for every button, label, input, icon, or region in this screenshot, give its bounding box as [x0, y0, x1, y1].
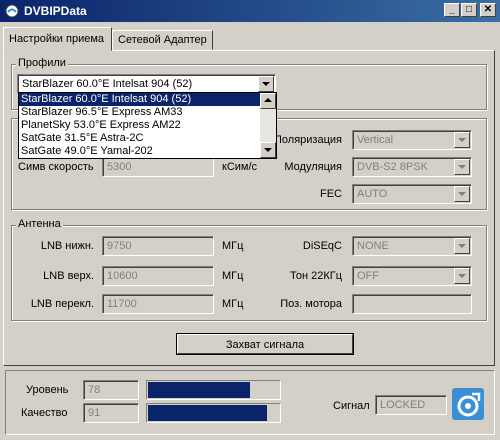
lnb-switch-unit: МГц	[222, 298, 244, 310]
diseqc-label: DiSEqC	[302, 240, 342, 252]
lnb-high-label: LNB верх.	[43, 270, 94, 282]
minimize-button[interactable]: _	[444, 3, 460, 17]
signal-label: Сигнал	[333, 400, 370, 412]
tone-label: Тон 22КГц	[289, 270, 342, 282]
modulation-value: DVB-S2 8PSK	[357, 161, 428, 173]
diseqc-value: NONE	[357, 240, 389, 252]
modulation-select[interactable]: DVB-S2 8PSK	[352, 157, 472, 177]
motor-position-field[interactable]	[352, 294, 472, 314]
polarization-select[interactable]: Vertical	[352, 130, 472, 150]
list-item[interactable]: SatGate 49.0°E Yamal-202	[19, 145, 276, 158]
tone-select[interactable]: OFF	[352, 266, 472, 286]
level-label: Уровень	[26, 384, 69, 396]
tab-network-adapter[interactable]: Сетевой Адаптер	[112, 30, 213, 50]
dropdown-arrow-icon[interactable]	[454, 132, 470, 148]
capture-signal-button[interactable]: Захват сигнала	[176, 333, 354, 355]
scroll-down-button[interactable]	[260, 142, 276, 158]
profile-select[interactable]: StarBlazer 60.0°E Intelsat 904 (52)	[17, 74, 276, 94]
quality-value-field: 91	[83, 403, 139, 423]
satellite-logo-icon	[452, 388, 484, 420]
dropdown-arrow-icon[interactable]	[454, 186, 470, 202]
tab-label: Настройки приема	[9, 33, 105, 45]
level-bar-fill	[148, 382, 250, 398]
quality-label: Качество	[21, 407, 68, 419]
polarization-value: Vertical	[357, 134, 394, 146]
vertical-scrollbar[interactable]	[260, 93, 276, 158]
fec-select[interactable]: AUTO	[352, 184, 472, 204]
tab-label: Сетевой Адаптер	[118, 34, 207, 46]
lnb-high-unit: МГц	[222, 270, 244, 282]
list-item[interactable]: SatGate 31.5°E Astra-2C	[19, 132, 276, 145]
dropdown-arrow-icon[interactable]	[258, 76, 274, 92]
close-button[interactable]: ✕	[480, 3, 496, 17]
profiles-legend: Профили	[16, 57, 68, 69]
antenna-legend: Антенна	[16, 218, 63, 230]
maximize-button[interactable]: □	[461, 3, 477, 17]
lnb-switch-field[interactable]: 11700	[102, 294, 214, 314]
signal-status-field: LOCKED	[375, 395, 447, 415]
level-value-field: 78	[83, 380, 139, 400]
diseqc-select[interactable]: NONE	[352, 236, 472, 256]
title-bar[interactable]: DVBIPData _ □ ✕	[0, 0, 500, 22]
modulation-label: Модуляция	[284, 161, 342, 173]
app-icon	[5, 4, 19, 18]
capture-signal-label: Захват сигнала	[225, 339, 305, 351]
list-item[interactable]: StarBlazer 60.0°E Intelsat 904 (52)	[19, 93, 276, 106]
list-item[interactable]: StarBlazer 96.5°E Express AM33	[19, 106, 276, 119]
profile-dropdown-list[interactable]: StarBlazer 60.0°E Intelsat 904 (52) Star…	[18, 92, 277, 159]
dropdown-arrow-icon[interactable]	[454, 238, 470, 254]
dropdown-arrow-icon[interactable]	[454, 268, 470, 284]
lnb-high-field[interactable]: 10600	[102, 266, 214, 286]
list-item[interactable]: PlanetSky 53.0°E Express AM22	[19, 119, 276, 132]
scroll-up-button[interactable]	[260, 93, 276, 109]
lnb-low-unit: МГц	[222, 240, 244, 252]
symbol-rate-field[interactable]: 5300	[102, 157, 214, 177]
tab-reception-settings[interactable]: Настройки приема	[3, 27, 112, 51]
dropdown-arrow-icon[interactable]	[454, 159, 470, 175]
fec-value: AUTO	[357, 188, 388, 200]
quality-bar	[146, 403, 281, 423]
fec-label: FEC	[320, 188, 342, 200]
quality-bar-fill	[148, 405, 267, 421]
lnb-low-label: LNB нижн.	[40, 240, 94, 252]
level-bar	[146, 380, 281, 400]
symbol-rate-label: Симв скорость	[18, 161, 94, 173]
lnb-low-field[interactable]: 9750	[102, 236, 214, 256]
symbol-rate-unit: кСим/с	[222, 161, 258, 173]
lnb-switch-label: LNB перекл.	[30, 298, 94, 310]
tone-value: OFF	[357, 270, 379, 282]
profile-selected-value: StarBlazer 60.0°E Intelsat 904 (52)	[22, 78, 193, 90]
window-title: DVBIPData	[24, 4, 87, 18]
motor-position-label: Поз. мотора	[280, 298, 342, 310]
